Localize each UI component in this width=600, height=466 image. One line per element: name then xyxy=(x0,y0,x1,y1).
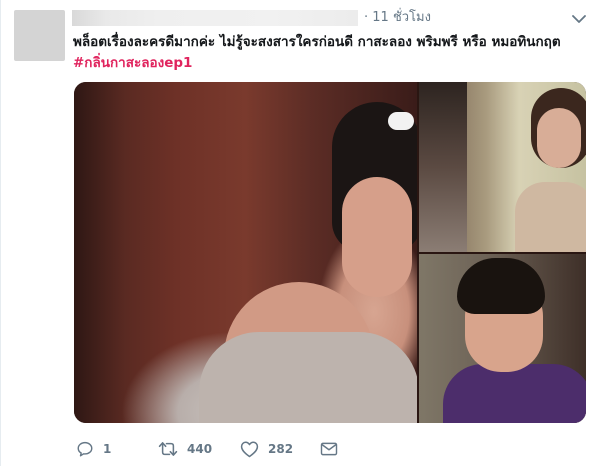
avatar[interactable] xyxy=(14,10,65,61)
like-button[interactable]: 282 xyxy=(240,436,293,462)
photo-shape xyxy=(457,258,545,314)
photo-shape xyxy=(515,182,586,252)
author-name-blurred[interactable] xyxy=(72,10,358,26)
tweet-text-line: พล็อตเรื่องละครดีมากค่ะ ไม่รู้จะสงสารใคร… xyxy=(73,34,561,50)
heart-icon xyxy=(240,441,259,458)
direct-message-button[interactable] xyxy=(320,436,338,462)
timeline-border xyxy=(0,0,1,466)
photo-shape xyxy=(199,332,417,423)
envelope-icon xyxy=(320,442,338,456)
tweet-menu-caret[interactable] xyxy=(570,10,588,28)
retweet-button[interactable]: 440 xyxy=(158,436,212,462)
timestamp[interactable]: · 11 ชั่วโมง xyxy=(364,8,431,28)
photo-shape xyxy=(342,177,412,297)
photo-shape xyxy=(388,112,414,130)
chevron-down-icon xyxy=(572,15,586,23)
retweet-count: 440 xyxy=(187,442,213,456)
reply-icon xyxy=(77,441,93,457)
tweet-text: พล็อตเรื่องละครดีมากค่ะ ไม่รู้จะสงสารใคร… xyxy=(73,32,583,74)
media-photo-bottom-right[interactable] xyxy=(419,254,586,423)
reply-count: 1 xyxy=(103,442,112,456)
like-count: 282 xyxy=(268,442,294,456)
media-photo-top-right[interactable] xyxy=(419,82,586,252)
retweet-icon xyxy=(158,442,178,456)
photo-shape xyxy=(537,108,581,168)
photo-shape xyxy=(419,82,467,252)
photo-shape xyxy=(443,364,586,423)
hashtag-link[interactable]: #กลิ่นกาสะลองep1 xyxy=(73,53,583,74)
media-grid xyxy=(74,82,586,423)
reply-button[interactable]: 1 xyxy=(76,436,111,462)
media-photo-main[interactable] xyxy=(74,82,417,423)
